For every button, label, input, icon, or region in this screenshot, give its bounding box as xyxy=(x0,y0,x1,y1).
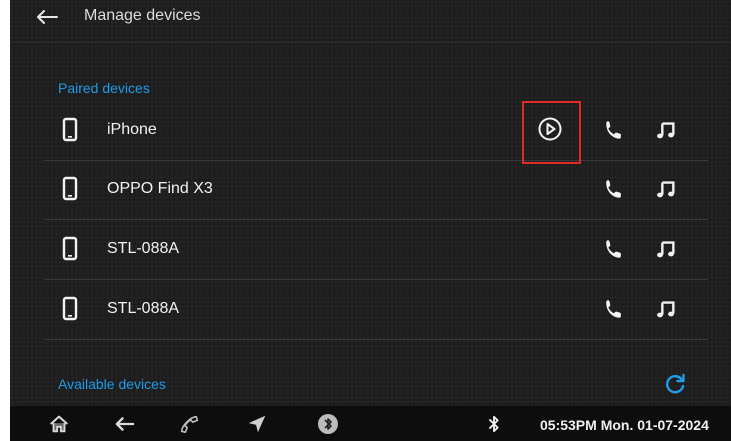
back-icon xyxy=(115,416,134,432)
music-note-icon xyxy=(657,301,675,318)
page-title: Manage devices xyxy=(84,7,201,24)
navigation-icon xyxy=(248,415,266,433)
music-note-icon xyxy=(657,181,675,198)
available-devices-label: Available devices xyxy=(58,376,166,392)
device-name: OPPO Find X3 xyxy=(107,180,213,197)
head-unit-screen: Manage devices Paired devices iPhone OPP… xyxy=(10,0,731,441)
phone-call-icon xyxy=(606,240,621,258)
bluetooth-audio-button[interactable] xyxy=(316,412,340,436)
phone-app-button[interactable] xyxy=(177,412,201,436)
row-divider xyxy=(44,219,708,220)
phone-call-icon xyxy=(606,300,621,318)
call-button[interactable] xyxy=(599,235,627,263)
device-row[interactable]: STL-088A xyxy=(44,221,708,280)
row-divider xyxy=(44,339,708,340)
device-name: iPhone xyxy=(107,121,157,138)
smartphone-icon xyxy=(62,236,78,261)
home-icon xyxy=(50,415,68,433)
device-name: STL-088A xyxy=(107,240,180,257)
top-bar: Manage devices xyxy=(10,0,731,40)
back-button[interactable] xyxy=(32,3,62,31)
smartphone-icon xyxy=(62,296,78,321)
highlight-box xyxy=(522,101,581,164)
music-button[interactable] xyxy=(652,116,680,144)
music-button[interactable] xyxy=(652,175,680,203)
status-time-date: 05:53PM Mon. 01-07-2024 xyxy=(540,417,709,433)
phone-call-icon xyxy=(180,415,199,434)
call-button[interactable] xyxy=(599,116,627,144)
bluetooth-icon xyxy=(488,415,499,433)
header-divider xyxy=(10,42,731,43)
nav-back-button[interactable] xyxy=(113,412,137,436)
device-row[interactable]: OPPO Find X3 xyxy=(44,161,708,220)
phone-call-icon xyxy=(606,121,621,139)
music-note-icon xyxy=(657,241,675,258)
row-divider xyxy=(44,279,708,280)
music-note-icon xyxy=(657,122,675,139)
smartphone-icon xyxy=(62,117,78,142)
bluetooth-audio-icon xyxy=(318,414,338,434)
refresh-button[interactable] xyxy=(660,369,690,399)
navigation-button[interactable] xyxy=(245,412,269,436)
music-button[interactable] xyxy=(652,235,680,263)
phone-call-icon xyxy=(606,180,621,198)
refresh-icon xyxy=(666,373,685,394)
paired-devices-label: Paired devices xyxy=(58,80,150,96)
bottom-bar: 05:53PM Mon. 01-07-2024 xyxy=(10,406,731,441)
bluetooth-status xyxy=(482,412,506,436)
device-row[interactable]: STL-088A xyxy=(44,281,708,340)
smartphone-icon xyxy=(62,176,78,201)
music-button[interactable] xyxy=(652,295,680,323)
home-button[interactable] xyxy=(47,412,71,436)
device-row[interactable]: iPhone xyxy=(44,102,708,161)
call-button[interactable] xyxy=(599,295,627,323)
call-button[interactable] xyxy=(599,175,627,203)
back-arrow-icon xyxy=(37,10,58,24)
device-name: STL-088A xyxy=(107,300,180,317)
